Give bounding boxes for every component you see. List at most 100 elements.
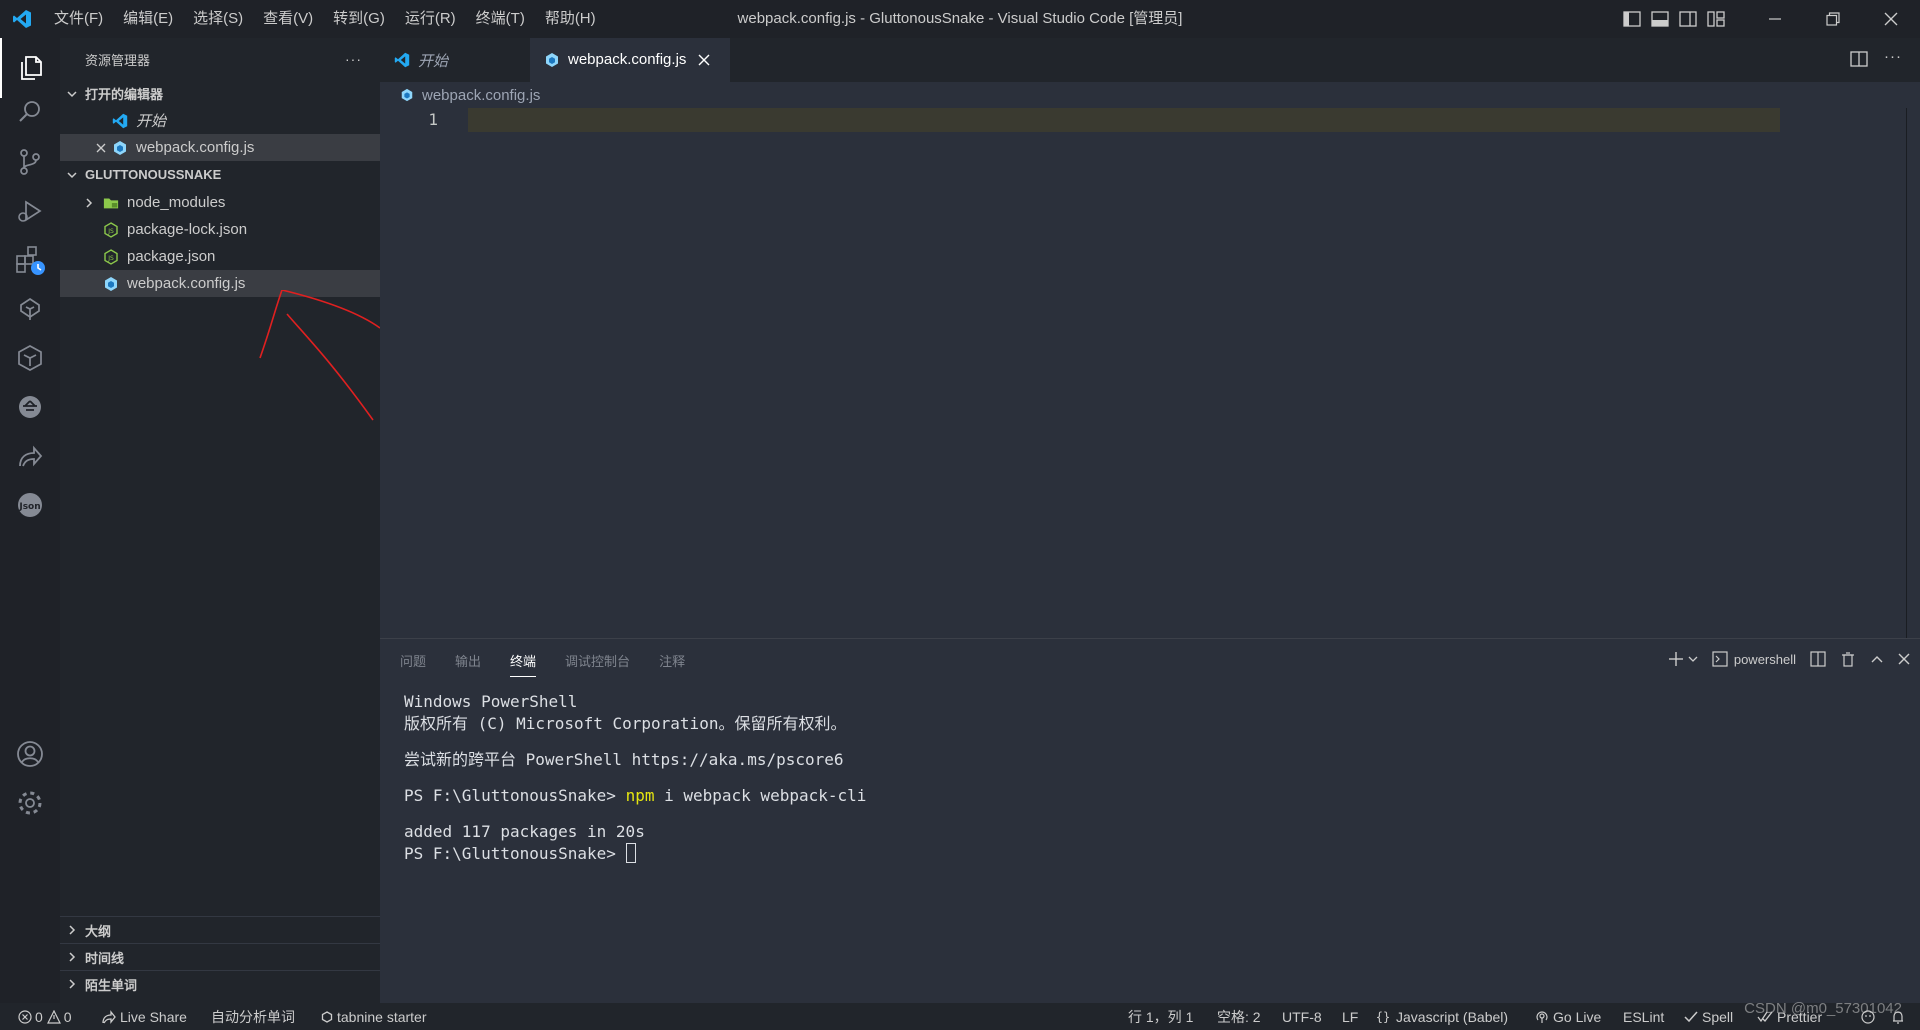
cursor-position[interactable]: 行 1，列 1 [1128, 1003, 1193, 1030]
json-icon[interactable]: Json [0, 475, 60, 535]
live-share-status[interactable]: Live Share [102, 1003, 187, 1030]
tab-webpack-config[interactable]: webpack.config.js [530, 38, 730, 82]
toggle-secondary-sidebar-icon[interactable] [1674, 11, 1702, 27]
tab-start[interactable]: 开始 [380, 38, 530, 82]
go-live-label: Go Live [1553, 1008, 1602, 1025]
eol-status[interactable]: LF [1342, 1003, 1358, 1030]
more-actions-icon[interactable]: ··· [345, 51, 362, 67]
terminal-cursor [625, 843, 636, 863]
prettier-status[interactable]: Prettier [1757, 1003, 1822, 1030]
unknown-words-section[interactable]: 陌生单词 [60, 970, 380, 997]
live-share-icon [102, 1009, 116, 1024]
explorer-header: 资源管理器 ··· [60, 38, 380, 80]
spell-status[interactable]: Spell [1684, 1003, 1733, 1030]
toggle-sidebar-icon[interactable] [1618, 11, 1646, 27]
vertical-scrollbar[interactable] [1906, 108, 1920, 638]
current-line-highlight[interactable] [468, 108, 1780, 132]
notifications-bell-icon[interactable] [1890, 1003, 1906, 1030]
terminal-command-line: PS F:\GluttonousSnake> npm i webpack web… [404, 785, 866, 807]
feedback-icon[interactable] [1860, 1003, 1876, 1030]
new-terminal-icon[interactable] [1668, 651, 1684, 667]
tabnine-status[interactable]: tabnine starter [321, 1003, 427, 1030]
vscode-logo-icon [0, 0, 44, 38]
kill-terminal-icon[interactable] [1840, 651, 1856, 667]
tab-output[interactable]: 输出 [455, 651, 481, 677]
tab-label: 开始 [418, 52, 449, 70]
warning-count: 0 [63, 1008, 72, 1025]
toggle-panel-icon[interactable] [1646, 11, 1674, 27]
project-name: GLUTTONOUSSNAKE [85, 167, 222, 182]
menu-help[interactable]: 帮助(H) [535, 0, 606, 38]
minimize-icon[interactable] [1746, 12, 1804, 26]
menu-file[interactable]: 文件(F) [44, 0, 113, 38]
tree-item-package-lock[interactable]: JS package-lock.json [60, 216, 380, 243]
menu-run[interactable]: 运行(R) [395, 0, 466, 38]
settings-gear-icon[interactable] [0, 773, 60, 833]
close-icon[interactable] [93, 140, 109, 156]
problems-status[interactable]: 0 0 [18, 1003, 72, 1030]
terminal-line: 尝试新的跨平台 PowerShell https://aka.ms/pscore… [404, 750, 844, 769]
terminal-shell-selector[interactable]: powershell [1712, 651, 1796, 667]
menu-edit[interactable]: 编辑(E) [113, 0, 183, 38]
vscode-icon [394, 52, 410, 68]
tab-terminal[interactable]: 终端 [510, 651, 537, 677]
close-panel-icon[interactable] [1898, 653, 1910, 665]
chevron-down-icon [64, 86, 80, 102]
open-editor-label: 开始 [136, 113, 167, 130]
split-terminal-icon[interactable] [1810, 651, 1826, 667]
terminal-output[interactable]: Windows PowerShell 版权所有 (C) Microsoft Cor… [404, 691, 866, 865]
auto-analyze-status[interactable]: 自动分析单词 [211, 1003, 295, 1030]
close-tab-icon[interactable] [698, 54, 710, 66]
terminal-prompt: PS F:\GluttonousSnake> [404, 786, 626, 805]
timeline-section[interactable]: 时间线 [60, 943, 380, 970]
maximize-panel-icon[interactable] [1870, 652, 1884, 666]
language-mode[interactable]: {} Javascript (Babel) [1376, 1003, 1508, 1030]
activity-bar: Json [0, 38, 60, 1003]
split-editor-icon[interactable] [1850, 50, 1868, 68]
eslint-status[interactable]: ESLint [1623, 1003, 1664, 1030]
terminal-command: npm [625, 786, 655, 805]
encoding-status[interactable]: UTF-8 [1282, 1003, 1322, 1030]
chevron-down-icon [64, 167, 80, 183]
tree-item-label: webpack.config.js [127, 275, 246, 292]
language-label: Javascript (Babel) [1396, 1008, 1509, 1025]
terminal-line: 版权所有 (C) Microsoft Corporation。保留所有权利。 [404, 714, 847, 733]
terminal-blank [404, 735, 866, 749]
chevron-right-icon [64, 976, 80, 992]
open-editor-item-webpack[interactable]: webpack.config.js [60, 134, 380, 161]
close-window-icon[interactable] [1862, 12, 1920, 26]
terminal-icon [1712, 651, 1728, 667]
tree-item-node-modules[interactable]: node_modules [60, 189, 380, 216]
terminal-line: added 117 packages in 20s [404, 822, 645, 841]
bottom-panel: 问题 输出 终端 调试控制台 注释 powershell Windows Pow… [380, 638, 1920, 1003]
tree-item-label: package-lock.json [127, 221, 248, 238]
open-editors-section[interactable]: 打开的编辑器 [60, 80, 380, 107]
editor-more-icon[interactable]: ··· [1884, 48, 1902, 65]
tab-label: webpack.config.js [568, 51, 687, 68]
breadcrumb-file[interactable]: webpack.config.js [422, 87, 540, 104]
tab-comments[interactable]: 注释 [659, 651, 685, 677]
open-editors-label: 打开的编辑器 [85, 87, 164, 102]
menu-view[interactable]: 查看(V) [253, 0, 323, 38]
svg-text:Json: Json [18, 502, 40, 512]
project-section[interactable]: GLUTTONOUSSNAKE [60, 161, 380, 188]
webpack-icon [544, 52, 560, 68]
menu-go[interactable]: 转到(G) [323, 0, 395, 38]
go-live-status[interactable]: Go Live [1535, 1003, 1601, 1030]
menu-terminal[interactable]: 终端(T) [466, 0, 535, 38]
indentation-status[interactable]: 空格: 2 [1217, 1003, 1261, 1030]
terminal-dropdown-icon[interactable] [1688, 654, 1698, 664]
tree-item-label: node_modules [127, 194, 226, 211]
restore-icon[interactable] [1804, 12, 1862, 26]
tree-item-package-json[interactable]: JS package.json [60, 243, 380, 270]
customize-layout-icon[interactable] [1702, 11, 1730, 27]
open-editor-item-start[interactable]: 开始 [60, 107, 380, 134]
tab-problems[interactable]: 问题 [400, 651, 426, 677]
terminal-prompt: PS F:\GluttonousSnake> [404, 844, 626, 863]
terminal-args: i webpack webpack-cli [654, 786, 867, 805]
webpack-icon [103, 276, 119, 292]
outline-section[interactable]: 大纲 [60, 916, 380, 943]
open-editor-label: webpack.config.js [136, 139, 255, 156]
menu-selection[interactable]: 选择(S) [183, 0, 253, 38]
tab-debug-console[interactable]: 调试控制台 [565, 651, 630, 677]
